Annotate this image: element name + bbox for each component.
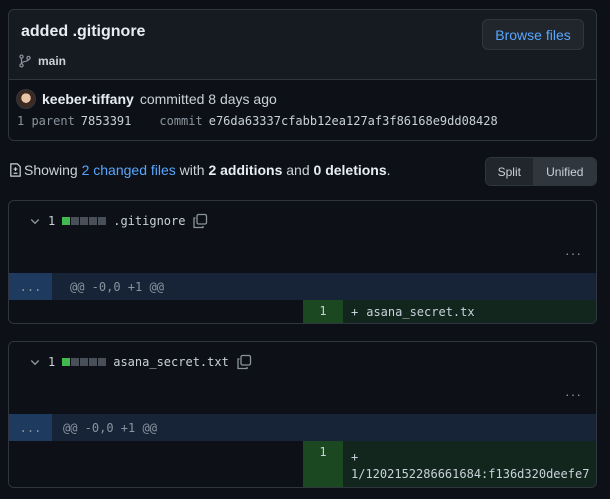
commit-time: committed 8 days ago: [139, 91, 277, 107]
expand-hunk-button[interactable]: ...: [9, 273, 52, 300]
commit-title: added .gitignore: [21, 23, 146, 40]
line-number[interactable]: 1: [303, 300, 343, 323]
copy-icon[interactable]: [192, 213, 208, 229]
kebab-horizontal-icon[interactable]: ···: [565, 386, 582, 402]
diff-count: 1: [48, 214, 56, 228]
line-code: asana_secret.tx: [366, 305, 475, 319]
diffstat-bar: [62, 217, 107, 225]
copy-icon[interactable]: [236, 354, 252, 370]
commit-ids: 1 parent 7853391 commit e76da63337cfabb1…: [17, 114, 498, 128]
hunk-text: @@ -0,0 +1 @@: [70, 279, 164, 294]
line-number[interactable]: 1: [303, 441, 343, 487]
file-header: 1 asana_secret.txt ···: [9, 342, 596, 414]
commit-label: commit: [159, 114, 203, 128]
file-diff-asana-secret: 1 asana_secret.txt ··· ... @@ -0,0 +1 @@…: [8, 341, 597, 488]
diffstat-bar: [62, 358, 107, 366]
diff-summary: Showing 2 changed files with 2 additions…: [8, 162, 391, 178]
unified-view-button[interactable]: Unified: [533, 158, 596, 185]
diff-line: 1 +1/1202152286661684:f136d320deefe730f6…: [9, 441, 596, 487]
chevron-down-icon[interactable]: [29, 356, 41, 368]
line-prefix: +: [351, 450, 359, 464]
author-row: keeber-tiffany committed 8 days ago: [16, 89, 277, 109]
file-diff-gitignore: 1 .gitignore ··· ... @@ -0,0 +1 @@ 1 + as…: [8, 200, 597, 324]
hunk-header: ... @@ -0,0 +1 @@: [9, 414, 596, 441]
branch-name: main: [38, 54, 67, 68]
commit-meta: keeber-tiffany committed 8 days ago 1 pa…: [9, 79, 596, 140]
file-name-link[interactable]: .gitignore: [113, 214, 185, 228]
diff-count: 1: [48, 355, 56, 369]
avatar[interactable]: [16, 89, 36, 109]
parent-sha-link[interactable]: 7853391: [81, 114, 132, 128]
line-code: 1/1202152286661684:f136d320deefe730f6c71…: [351, 467, 590, 481]
line-prefix: +: [351, 305, 359, 319]
split-view-button[interactable]: Split: [486, 158, 534, 185]
summary-suffix: .: [386, 162, 391, 178]
chevron-down-icon[interactable]: [29, 215, 41, 227]
commit-header: added .gitignore Browse files main keebe…: [8, 9, 597, 141]
commit-sha: e76da63337cfabb12ea127af3f86168e9dd08428: [208, 114, 498, 128]
git-branch-icon: [19, 54, 31, 68]
hunk-header: ... @@ -0,0 +1 @@: [9, 273, 596, 300]
parent-label: 1 parent: [17, 114, 75, 128]
additions-count: 2 additions: [208, 162, 283, 178]
diff-view-toggle: Split Unified: [485, 157, 597, 186]
deletions-count: 0 deletions: [313, 162, 387, 178]
summary-with: with: [179, 162, 205, 178]
hunk-text: @@ -0,0 +1 @@: [63, 420, 157, 435]
file-diff-icon: [10, 163, 21, 177]
commit-summary-bar: added .gitignore Browse files main: [9, 10, 596, 79]
expand-hunk-button[interactable]: ...: [9, 414, 52, 441]
branch-indicator[interactable]: main: [18, 53, 66, 69]
changed-files-link[interactable]: 2 changed files: [82, 162, 176, 178]
browse-files-button[interactable]: Browse files: [482, 19, 584, 50]
file-header: 1 .gitignore ···: [9, 201, 596, 273]
summary-and: and: [286, 162, 310, 178]
file-name-link[interactable]: asana_secret.txt: [113, 355, 229, 369]
diff-line: 1 + asana_secret.tx: [9, 300, 596, 323]
author-link[interactable]: keeber-tiffany: [42, 91, 134, 107]
summary-prefix: Showing: [24, 162, 78, 178]
kebab-horizontal-icon[interactable]: ···: [565, 245, 582, 261]
